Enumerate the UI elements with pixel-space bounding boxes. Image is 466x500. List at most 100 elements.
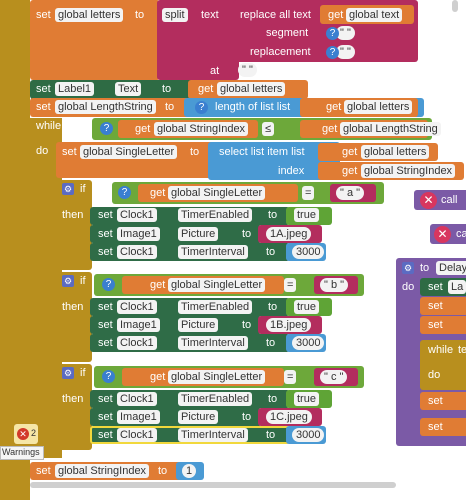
- boolean-dropdown[interactable]: true: [294, 392, 319, 406]
- horizontal-scrollbar[interactable]: [30, 482, 396, 488]
- call-keyword: ca: [456, 228, 466, 240]
- filename-string[interactable]: 1C.jpeg: [266, 410, 312, 424]
- set-keyword: set: [98, 429, 113, 441]
- to-keyword: to: [268, 301, 278, 313]
- property-dropdown[interactable]: Text: [115, 82, 142, 96]
- help-icon[interactable]: ?: [326, 46, 339, 59]
- number-value[interactable]: 1: [182, 464, 197, 478]
- component-dropdown[interactable]: Label1: [55, 82, 95, 96]
- help-icon[interactable]: ?: [102, 278, 115, 291]
- gear-icon[interactable]: ⚙: [62, 275, 74, 287]
- test-keyword: test: [66, 120, 84, 132]
- variable-dropdown[interactable]: global SingleLetter: [80, 145, 178, 159]
- variable-dropdown[interactable]: global SingleLetter: [168, 370, 266, 384]
- split-dropdown[interactable]: split: [162, 8, 188, 22]
- property-dropdown[interactable]: Picture: [178, 410, 219, 424]
- warnings-label: Warnings: [2, 447, 40, 457]
- component-dropdown[interactable]: Image1: [117, 318, 160, 332]
- operator-dropdown[interactable]: =: [284, 278, 297, 292]
- help-icon[interactable]: ?: [118, 186, 131, 199]
- variable-dropdown[interactable]: global LengthString: [55, 100, 156, 114]
- error-icon: ✕: [420, 192, 437, 209]
- property-dropdown[interactable]: Picture: [178, 227, 219, 241]
- get-keyword: get: [135, 123, 151, 135]
- variable-dropdown[interactable]: global letters: [55, 8, 124, 22]
- get-keyword: get: [328, 9, 344, 21]
- component-dropdown[interactable]: Image1: [117, 410, 160, 424]
- gear-icon[interactable]: ⚙: [402, 262, 414, 274]
- to-keyword: to: [242, 319, 252, 331]
- number-value[interactable]: 3000: [292, 428, 325, 442]
- gear-icon[interactable]: ⚙: [62, 183, 74, 195]
- component-dropdown[interactable]: Image1: [117, 227, 160, 241]
- property-dropdown[interactable]: TimerEnabled: [178, 392, 253, 406]
- boolean-dropdown[interactable]: true: [294, 300, 319, 314]
- component-dropdown[interactable]: Clock1: [117, 208, 157, 222]
- letter-string[interactable]: " c ": [320, 370, 348, 384]
- set-keyword: set: [98, 228, 113, 240]
- component-dropdown[interactable]: La: [448, 280, 466, 294]
- get-keyword: get: [150, 279, 166, 291]
- then-keyword: then: [62, 209, 84, 221]
- replace-all-label: replace all text: [240, 9, 311, 21]
- component-dropdown[interactable]: Clock1: [117, 336, 157, 350]
- property-dropdown[interactable]: TimerInterval: [178, 245, 248, 259]
- do-keyword: do: [428, 369, 441, 381]
- number-value[interactable]: 3000: [292, 245, 325, 259]
- variable-dropdown[interactable]: global SingleLetter: [168, 278, 266, 292]
- component-dropdown[interactable]: Clock1: [117, 392, 157, 406]
- property-dropdown[interactable]: TimerEnabled: [178, 208, 253, 222]
- component-dropdown[interactable]: Clock1: [117, 245, 157, 259]
- boolean-dropdown[interactable]: true: [294, 208, 319, 222]
- set-image-picture-block[interactable]: [90, 225, 262, 243]
- operator-dropdown[interactable]: ≤: [262, 122, 275, 136]
- at-label: at: [210, 65, 220, 77]
- help-icon[interactable]: ?: [326, 27, 339, 40]
- variable-dropdown[interactable]: global LengthString: [340, 122, 441, 136]
- operator-dropdown[interactable]: =: [284, 370, 297, 384]
- operator-dropdown[interactable]: =: [302, 186, 315, 200]
- variable-dropdown[interactable]: global StringIndex: [55, 464, 150, 478]
- set-image-picture-block[interactable]: [90, 408, 262, 426]
- letter-string[interactable]: " b ": [320, 278, 349, 292]
- while-keyword: while: [36, 120, 62, 132]
- set-variable-block[interactable]: [420, 297, 466, 315]
- filename-string[interactable]: 1A.jpeg: [266, 227, 312, 241]
- get-keyword: get: [150, 187, 166, 199]
- variable-dropdown[interactable]: global StringIndex: [361, 164, 456, 178]
- set-variable-block[interactable]: [420, 418, 466, 436]
- get-keyword: get: [342, 146, 358, 158]
- property-dropdown[interactable]: TimerInterval: [178, 428, 248, 442]
- variable-dropdown[interactable]: global letters: [344, 100, 413, 114]
- variable-dropdown[interactable]: global StringIndex: [154, 122, 249, 136]
- set-image-picture-block[interactable]: [90, 316, 262, 334]
- property-dropdown[interactable]: Picture: [178, 318, 219, 332]
- letter-string[interactable]: " a ": [336, 186, 365, 200]
- help-icon[interactable]: ?: [195, 101, 208, 114]
- property-dropdown[interactable]: TimerInterval: [178, 336, 248, 350]
- if-keyword: if: [80, 275, 86, 287]
- property-dropdown[interactable]: TimerEnabled: [178, 300, 253, 314]
- variable-dropdown[interactable]: global SingleLetter: [168, 186, 266, 200]
- component-dropdown[interactable]: Clock1: [117, 428, 157, 442]
- set-variable-block[interactable]: [420, 316, 466, 334]
- number-value[interactable]: 3000: [292, 336, 325, 350]
- blocks-workspace[interactable]: set global letters to split text replace…: [0, 0, 466, 500]
- at-string[interactable]: " ": [238, 63, 257, 77]
- segment-label: segment: [266, 27, 309, 39]
- filename-string[interactable]: 1B.jpeg: [266, 318, 312, 332]
- length-of-list-label: length of list list: [215, 101, 291, 113]
- help-icon[interactable]: ?: [100, 122, 113, 135]
- if-keyword: if: [80, 367, 86, 379]
- gear-icon[interactable]: ⚙: [62, 367, 74, 379]
- set-keyword: set: [98, 209, 113, 221]
- variable-dropdown[interactable]: global letters: [361, 145, 430, 159]
- procedure-name[interactable]: Delay: [436, 261, 466, 275]
- text-var-dropdown[interactable]: global text: [346, 8, 403, 22]
- help-icon[interactable]: ?: [102, 370, 115, 383]
- set-keyword: set: [428, 421, 443, 433]
- set-variable-block[interactable]: [420, 392, 466, 410]
- component-dropdown[interactable]: Clock1: [117, 300, 157, 314]
- vertical-scrollbar[interactable]: [452, 0, 458, 12]
- variable-dropdown[interactable]: global letters: [217, 82, 286, 96]
